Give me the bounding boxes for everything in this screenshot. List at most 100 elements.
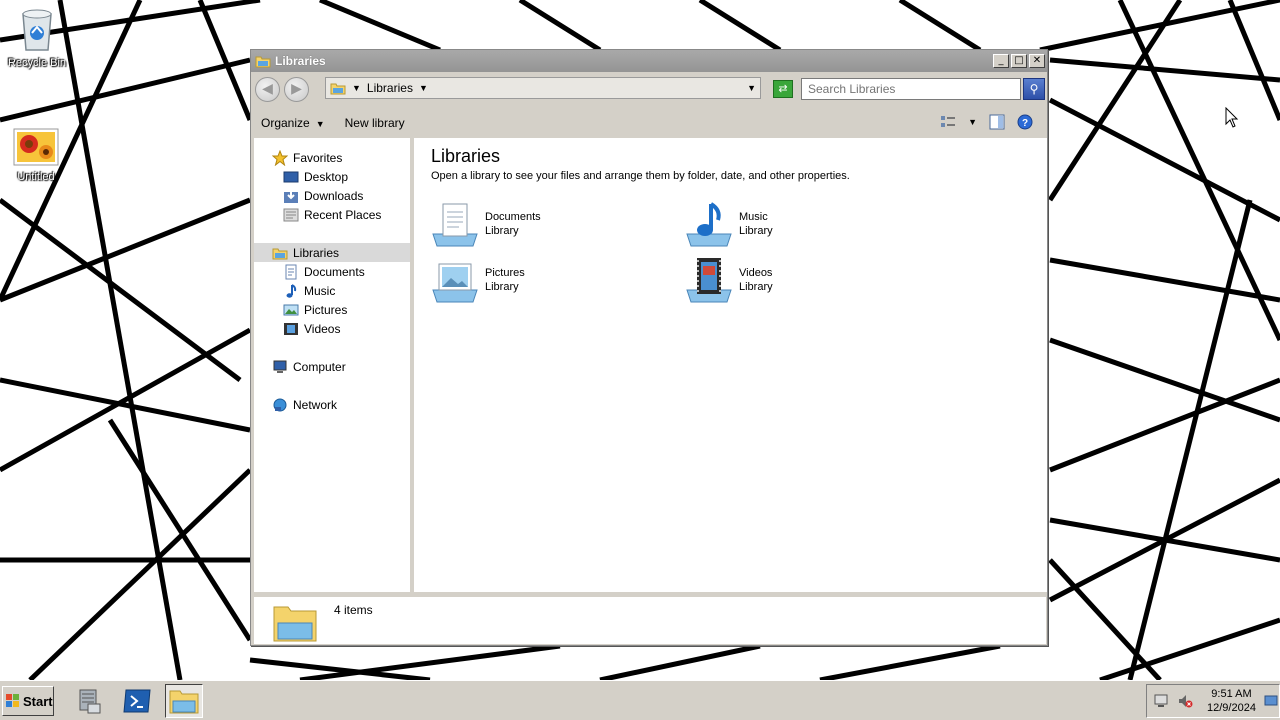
libraries-folder-icon: [330, 83, 346, 95]
documents-icon: [285, 264, 297, 279]
music-icon: [286, 283, 297, 298]
network-tray-icon[interactable]: [1153, 693, 1169, 709]
mouse-cursor-icon: [1225, 107, 1239, 128]
change-view-icon[interactable]: [940, 114, 956, 130]
nav-downloads[interactable]: Downloads: [254, 186, 410, 205]
breadcrumb-libraries[interactable]: Libraries: [367, 81, 413, 95]
search-icon[interactable]: ⚲: [1023, 78, 1045, 100]
new-library-button[interactable]: New library: [345, 116, 405, 130]
libraries-folder-icon: [255, 56, 271, 68]
breadcrumb-arrow-icon[interactable]: ▼: [419, 83, 428, 93]
nav-label: Documents: [304, 264, 365, 279]
documents-library-icon: [432, 203, 478, 247]
show-desktop-icon[interactable]: [1264, 694, 1278, 708]
command-bar: Organize ▼ New library ▼ ?: [251, 108, 1047, 138]
libraries-folder-icon: [273, 606, 317, 642]
preview-pane-icon[interactable]: [989, 114, 1005, 130]
svg-text:?: ?: [1022, 118, 1028, 129]
system-tray: 9:51 AM 12/9/2024: [1146, 684, 1280, 718]
library-name: Music: [739, 211, 768, 223]
clock[interactable]: 9:51 AM 12/9/2024: [1207, 687, 1256, 715]
address-dropdown-icon[interactable]: ▼: [747, 83, 756, 93]
desktop-icon-recycle-bin[interactable]: Recycle Bin: [1, 6, 73, 69]
library-type: Library: [739, 281, 773, 293]
windows-explorer-icon: [169, 690, 199, 714]
network-icon: [273, 398, 287, 411]
content-pane: Libraries Open a library to see your fil…: [414, 138, 1047, 592]
organize-button[interactable]: Organize ▼: [261, 116, 325, 130]
navigation-pane: Favorites Desktop Downloads Recent Place…: [254, 138, 412, 592]
videos-icon: [284, 322, 298, 335]
close-button[interactable]: ✕: [1029, 54, 1045, 68]
windows-logo-icon: [6, 694, 19, 707]
library-type: Library: [485, 281, 519, 293]
nav-music[interactable]: Music: [254, 281, 410, 300]
nav-label: Pictures: [304, 302, 348, 317]
library-videos[interactable]: Videos Library: [685, 256, 773, 304]
clock-time: 9:51 AM: [1211, 688, 1252, 700]
nav-label: Downloads: [304, 188, 364, 203]
minimize-button[interactable]: _: [993, 54, 1009, 68]
library-name: Videos: [739, 267, 773, 279]
nav-label: Videos: [304, 321, 341, 336]
nav-favorites[interactable]: Favorites: [254, 148, 410, 167]
desktop-icon-label: Recycle Bin: [7, 57, 67, 69]
library-type: Library: [485, 225, 519, 237]
library-name: Pictures: [485, 267, 525, 279]
pictures-library-icon: [432, 263, 478, 303]
recycle-bin-icon: [22, 9, 52, 51]
library-music[interactable]: Music Library: [685, 200, 773, 248]
videos-library-icon: [686, 258, 732, 303]
desktop-icon-untitled[interactable]: Untitled: [0, 128, 72, 183]
back-button[interactable]: ◀: [255, 76, 280, 102]
nav-label: Desktop: [304, 169, 349, 184]
nav-documents[interactable]: Documents: [254, 262, 410, 281]
nav-recent-places[interactable]: Recent Places: [254, 205, 410, 224]
maximize-button[interactable]: □: [1011, 54, 1027, 68]
clock-date: 12/9/2024: [1207, 702, 1256, 714]
search-input[interactable]: [801, 78, 1021, 100]
nav-computer[interactable]: Computer: [254, 357, 410, 376]
downloads-icon: [284, 188, 298, 203]
organize-label: Organize: [261, 116, 310, 130]
computer-icon: [273, 360, 287, 373]
nav-label: Music: [304, 283, 336, 298]
help-icon[interactable]: ?: [1017, 114, 1033, 130]
image-file-icon: [13, 128, 59, 166]
taskbar-windows-explorer[interactable]: [165, 684, 203, 718]
nav-label: Network: [293, 397, 338, 412]
nav-videos[interactable]: Videos: [254, 319, 410, 338]
library-name: Documents: [485, 211, 541, 223]
refresh-button[interactable]: ⇄: [773, 80, 793, 98]
library-type: Library: [739, 225, 773, 237]
server-manager-icon: [79, 689, 101, 714]
nav-pictures[interactable]: Pictures: [254, 300, 410, 319]
pictures-icon: [283, 304, 299, 315]
breadcrumb-arrow-icon[interactable]: ▼: [352, 83, 361, 93]
desktop-icon-label: Untitled: [17, 171, 55, 183]
nav-libraries[interactable]: Libraries: [254, 243, 410, 262]
volume-muted-icon[interactable]: [1177, 693, 1193, 709]
item-count: 4 items: [334, 603, 373, 617]
address-bar[interactable]: ▼ Libraries ▼ ▼: [325, 77, 761, 99]
chevron-down-icon: ▼: [315, 119, 325, 129]
taskbar-powershell[interactable]: [118, 684, 156, 718]
nav-network[interactable]: Network: [254, 395, 410, 414]
powershell-icon: [123, 689, 151, 713]
taskbar: Start 9:51 AM 12/9/2024: [0, 680, 1280, 720]
nav-desktop[interactable]: Desktop: [254, 167, 410, 186]
nav-label: Libraries: [293, 245, 340, 260]
view-options-chevron-icon[interactable]: ▼: [968, 117, 977, 127]
forward-button[interactable]: ▶: [284, 76, 309, 102]
nav-label: Favorites: [293, 150, 343, 165]
start-button[interactable]: Start: [2, 686, 54, 716]
details-pane: 4 items: [254, 594, 1046, 644]
star-icon: [272, 149, 288, 166]
library-documents[interactable]: Documents Library: [431, 200, 541, 248]
start-label: Start: [23, 693, 53, 709]
nav-label: Computer: [293, 359, 346, 374]
window-titlebar[interactable]: Libraries _ □ ✕: [251, 50, 1047, 72]
library-pictures[interactable]: Pictures Library: [431, 256, 525, 304]
taskbar-server-manager[interactable]: [70, 684, 108, 718]
explorer-window: Libraries _ □ ✕ ◀ ▶ ▼ Libraries ▼ ▼ ⇄ ⚲ …: [250, 49, 1048, 646]
